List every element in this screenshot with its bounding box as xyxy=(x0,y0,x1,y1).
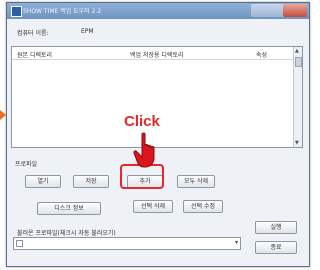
click-callout: Click xyxy=(124,113,160,130)
exit-button[interactable]: 종료 xyxy=(255,241,297,254)
title-bar: SHOW TIME 백업 도우미 2.2 xyxy=(7,3,309,19)
delete-selected-button[interactable]: 선택 삭제 xyxy=(133,200,173,213)
open-button[interactable]: 열기 xyxy=(25,175,61,188)
disk-info-button[interactable]: 디스크 정보 xyxy=(37,202,101,215)
hand-pointer-icon xyxy=(133,132,155,168)
profile-group-label: 프로파일 xyxy=(15,161,38,168)
scroll-down-icon[interactable]: ▼ xyxy=(295,140,299,146)
close-icon[interactable] xyxy=(283,4,307,17)
window-controls[interactable] xyxy=(251,4,307,17)
loaded-profile-select[interactable]: ▾ xyxy=(13,237,241,250)
save-button[interactable]: 저장 xyxy=(73,175,109,188)
vertical-scrollbar[interactable]: ▲ ▼ xyxy=(293,47,302,147)
scroll-up-icon[interactable]: ▲ xyxy=(295,48,299,54)
column-source-dir[interactable]: 원본 디렉토리 xyxy=(17,50,52,59)
column-backup-dir[interactable]: 백업 저장용 디렉토리 xyxy=(130,50,184,59)
chevron-down-icon[interactable]: ▾ xyxy=(235,239,238,246)
header-divider xyxy=(12,59,293,60)
window-title: SHOW TIME 백업 도우미 2.2 xyxy=(23,8,102,15)
auto-load-checkbox[interactable] xyxy=(16,240,23,247)
computer-name-label: 컴퓨터 이름: xyxy=(17,30,49,37)
run-button[interactable]: 실행 xyxy=(255,221,297,234)
app-icon xyxy=(11,6,22,17)
edit-selected-button[interactable]: 선택 수정 xyxy=(183,200,223,213)
delete-all-button[interactable]: 모두 삭제 xyxy=(177,175,215,188)
column-attribute[interactable]: 속성 xyxy=(256,50,267,59)
loaded-profile-label: 불러온 프로파일(체크시 자동 불러오기) xyxy=(17,230,116,237)
scroll-thumb[interactable] xyxy=(295,57,302,67)
computer-name-value: EPM xyxy=(81,28,94,35)
